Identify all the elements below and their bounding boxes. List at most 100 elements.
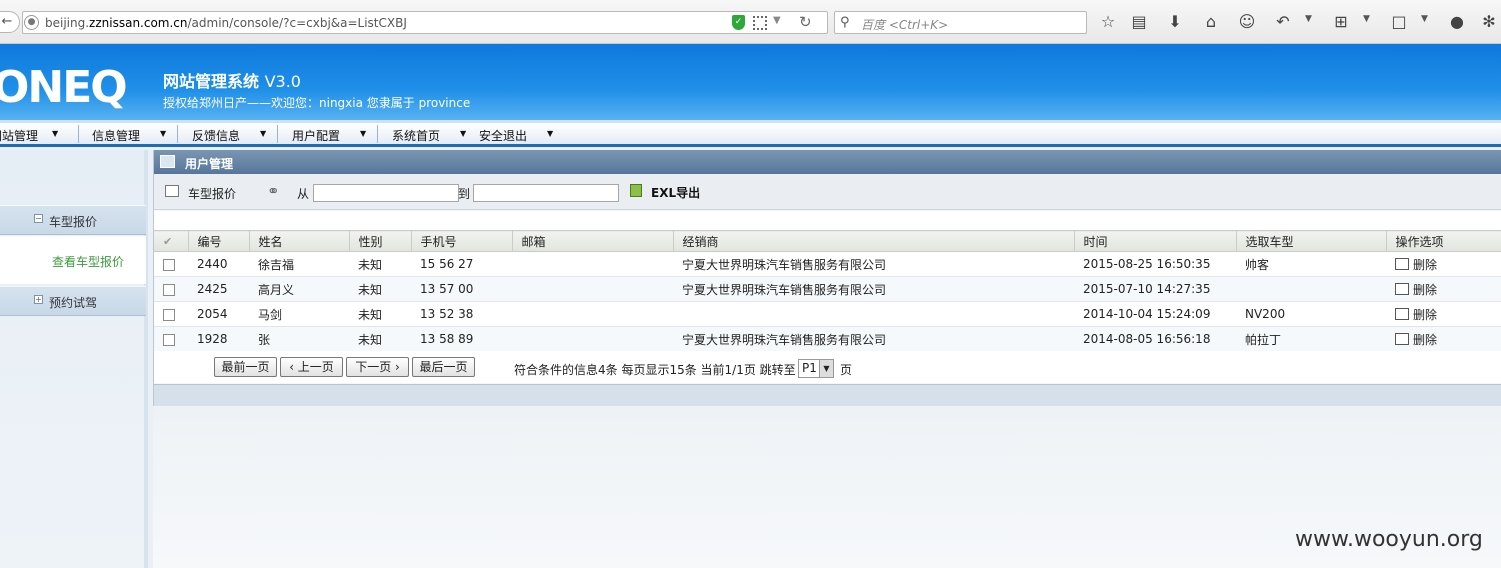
cell-actions: 删除	[1386, 276, 1501, 302]
date-from-input[interactable]	[313, 184, 459, 202]
page-select[interactable]: P1 ▼	[798, 359, 834, 378]
last-page-button[interactable]: 最后一页	[412, 357, 475, 377]
panel-title-bar: 用户管理	[154, 150, 1501, 174]
column-header-time[interactable]: 时间	[1074, 230, 1237, 252]
column-header-email[interactable]: 邮箱	[512, 230, 674, 252]
undo-icon[interactable]: ↶	[1272, 11, 1294, 33]
edit-icon[interactable]	[1395, 332, 1409, 345]
delete-link[interactable]: 删除	[1413, 333, 1437, 347]
collapse-icon[interactable]: −	[34, 214, 43, 223]
page-icon[interactable]: □	[1388, 11, 1410, 33]
row-checkbox[interactable]	[163, 258, 175, 271]
page-dropdown-icon[interactable]: ▼	[1421, 14, 1428, 24]
search-bar[interactable]: ⚲ 百度 <Ctrl+K>	[834, 11, 1087, 34]
search-placeholder: 百度 <Ctrl+K>	[861, 18, 949, 32]
cell-actions: 删除	[1386, 251, 1501, 277]
excel-icon[interactable]	[630, 184, 642, 197]
delete-link[interactable]: 删除	[1413, 308, 1437, 322]
row-checkbox[interactable]	[163, 308, 175, 321]
cell-time: 2014-10-04 15:24:09	[1074, 301, 1236, 327]
cell-dealer: 宁夏大世界明珠汽车销售服务有限公司	[673, 276, 1074, 302]
row-checkbox[interactable]	[163, 333, 175, 346]
cell-time: 2015-08-25 16:50:35	[1074, 251, 1236, 277]
url-text[interactable]: beijing.zznissan.com.cn/admin/console/?c…	[45, 16, 407, 30]
menu-item-home[interactable]: 系统首页 ▼	[392, 127, 466, 144]
cell-id: 2440	[188, 251, 249, 277]
sidebar-group-test-drive[interactable]: + 预约试驾	[0, 286, 146, 316]
column-header-name[interactable]: 姓名	[249, 230, 350, 252]
smiley-icon[interactable]: ☺	[1236, 11, 1258, 33]
delete-link[interactable]: 删除	[1413, 283, 1437, 297]
cell-email	[512, 276, 673, 302]
cell-name: 徐吉福	[249, 251, 349, 277]
prev-page-button[interactable]: ‹ 上一页	[280, 357, 343, 377]
cell-actions: 删除	[1386, 301, 1501, 327]
bookmark-star-icon[interactable]: ☆	[1097, 11, 1119, 33]
column-header-id[interactable]: 编号	[188, 230, 250, 252]
menu-separator	[177, 125, 178, 143]
shield-icon[interactable]: ✓	[732, 15, 745, 30]
cell-gender: 未知	[349, 251, 411, 277]
select-all-header[interactable]: ✔	[154, 230, 189, 252]
back-button[interactable]: ←	[0, 11, 20, 33]
column-header-model[interactable]: 选取车型	[1236, 230, 1387, 252]
menu-item-info-management[interactable]: 信息管理 ▼	[92, 127, 166, 144]
expand-icon[interactable]: +	[34, 295, 43, 304]
row-checkbox[interactable]	[163, 283, 175, 296]
sidebar: − 车型报价 查看车型报价 + 预约试驾	[0, 150, 148, 568]
column-header-gender[interactable]: 性别	[349, 230, 412, 252]
reading-list-icon[interactable]: ▤	[1128, 11, 1150, 33]
chat-icon[interactable]: ●	[1446, 11, 1468, 33]
cell-id: 1928	[188, 326, 249, 352]
undo-dropdown-icon[interactable]: ▼	[1305, 14, 1312, 24]
download-icon[interactable]: ⬇	[1164, 11, 1186, 33]
table-row: 2425 高月义 未知 13 57 00 宁夏大世界明珠汽车销售服务有限公司 2…	[154, 276, 1501, 302]
key-icon: ⚭	[267, 182, 280, 200]
menu-item-user-config[interactable]: 用户配置 ▼	[292, 127, 366, 144]
sidebar-group-quotes[interactable]: − 车型报价	[0, 205, 146, 235]
edit-icon[interactable]	[1395, 307, 1409, 320]
cell-email	[512, 251, 673, 277]
column-header-dealer[interactable]: 经销商	[673, 230, 1075, 252]
menu-item-logout[interactable]: 安全退出 ▼	[479, 127, 553, 144]
chevron-down-icon[interactable]: ▼	[773, 15, 781, 26]
pagination-info: 符合条件的信息4条 每页显示15条 当前1/1页 跳转至	[514, 363, 796, 377]
cell-name: 马剑	[249, 301, 349, 327]
cell-phone: 13 58 89	[411, 326, 512, 352]
main-panel: 用户管理 车型报价 ⚭ 从 到 EXL导出 ✔ 编号 姓名 性别 手机号 邮箱 …	[153, 150, 1501, 406]
cell-actions: 删除	[1386, 326, 1501, 352]
next-page-button[interactable]: 下一页 ›	[346, 357, 409, 377]
cell-id: 2054	[188, 301, 249, 327]
from-label: 从	[297, 187, 310, 201]
extension-icon[interactable]: ✻	[1478, 11, 1500, 33]
cell-dealer: 宁夏大世界明珠汽车销售服务有限公司	[673, 326, 1074, 352]
date-to-input[interactable]	[473, 184, 619, 202]
menu-item-site-management[interactable]: 网站管理▼	[0, 127, 58, 144]
menu-item-feedback[interactable]: 反馈信息 ▼	[192, 127, 266, 144]
cell-id: 2425	[188, 276, 249, 302]
to-label: 到	[458, 187, 471, 201]
cell-name: 张	[249, 326, 349, 352]
delete-link[interactable]: 删除	[1413, 258, 1437, 272]
address-bar[interactable]: ● beijing.zznissan.com.cn/admin/console/…	[22, 11, 828, 34]
home-icon[interactable]: ⌂	[1200, 11, 1222, 33]
crop-icon[interactable]: ⊞	[1330, 11, 1352, 33]
form-icon	[165, 185, 179, 197]
reload-icon[interactable]: ↻	[799, 13, 812, 31]
edit-icon[interactable]	[1395, 282, 1409, 295]
menu-separator	[377, 125, 378, 143]
main-menu: 网站管理▼ 信息管理▼ 反馈信息▼ 用户配置▼ 系统首页▼ 安全退出▼	[0, 120, 1501, 147]
column-header-phone[interactable]: 手机号	[411, 230, 513, 252]
cell-email	[512, 301, 673, 327]
chevron-down-icon[interactable]: ▼	[819, 360, 833, 377]
crop-dropdown-icon[interactable]: ▼	[1363, 14, 1370, 24]
cell-dealer	[673, 301, 1074, 327]
table-header-row: ✔ 编号 姓名 性别 手机号 邮箱 经销商 时间 选取车型 操作选项	[154, 230, 1501, 252]
edit-icon[interactable]	[1395, 257, 1409, 270]
first-page-button[interactable]: 最前一页	[214, 357, 277, 377]
qr-code-icon[interactable]	[753, 16, 767, 30]
checkmark-icon[interactable]: ✔	[163, 235, 172, 248]
spacer	[154, 211, 1501, 230]
excel-export-button[interactable]: EXL导出	[651, 184, 700, 201]
sidebar-item-view-quotes[interactable]: 查看车型报价	[0, 236, 146, 284]
